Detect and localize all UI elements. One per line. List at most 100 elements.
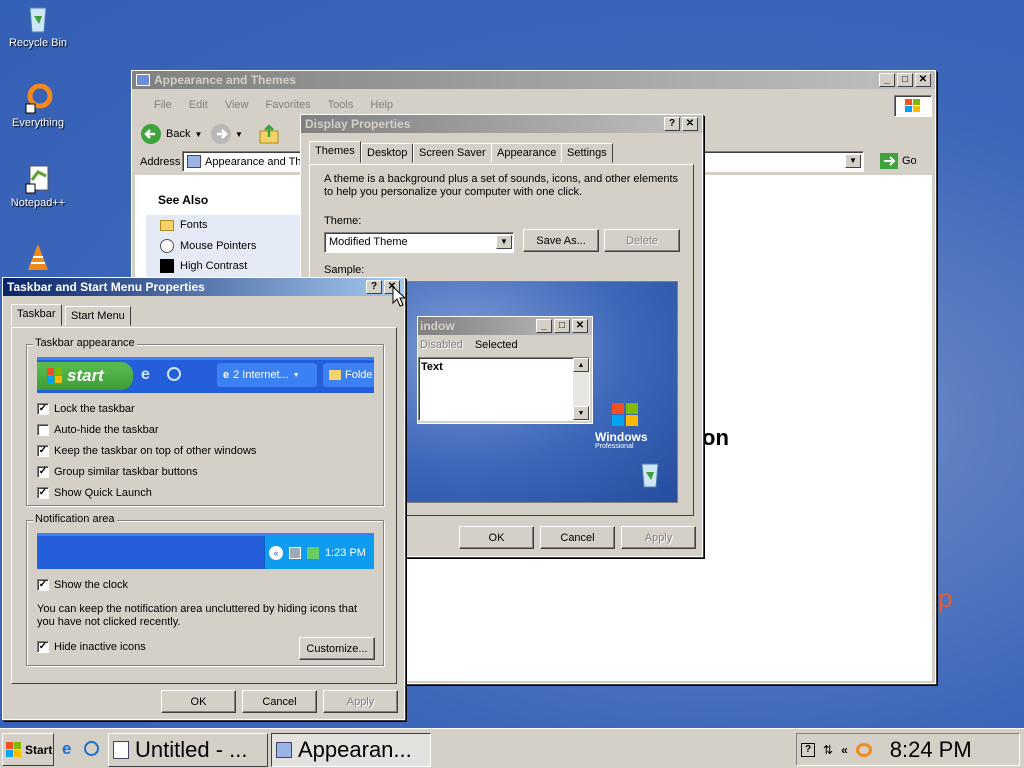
menu-help[interactable]: Help xyxy=(370,99,393,111)
up-folder-button[interactable] xyxy=(258,123,280,148)
everything-tray-icon[interactable] xyxy=(855,742,872,757)
start-button[interactable]: Start xyxy=(2,733,54,766)
notification-clock: 1:23 PM xyxy=(325,546,366,559)
see-also-label: Fonts xyxy=(180,219,208,231)
menu-favorites[interactable]: Favorites xyxy=(266,99,311,111)
menu-file[interactable]: File xyxy=(154,99,172,111)
network-tray-icon[interactable]: ⇅ xyxy=(823,743,833,757)
desktop-icon-everything[interactable]: Everything xyxy=(0,82,76,129)
tab-screen-saver[interactable]: Screen Saver xyxy=(413,143,492,163)
explorer-window-icon xyxy=(136,74,150,86)
theme-label: Theme: xyxy=(324,215,362,227)
chevron-down-icon: ▼ xyxy=(292,371,300,379)
desktop-icon-notepadpp[interactable]: Notepad++ xyxy=(0,162,76,209)
menu-tools[interactable]: Tools xyxy=(328,99,354,111)
show-clock-checkbox[interactable]: ✓ Show the clock xyxy=(37,579,128,591)
ok-button[interactable]: OK xyxy=(459,526,534,549)
keep-on-top-checkbox[interactable]: ✓ Keep the taskbar on top of other window… xyxy=(37,445,256,457)
windows-flag-logo xyxy=(894,95,932,117)
windows-logo-sub: Professional xyxy=(595,443,634,450)
preview-ie-icon: e xyxy=(141,366,150,383)
go-button[interactable]: Go xyxy=(880,153,917,169)
notification-area-label: Notification area xyxy=(33,513,117,525)
desktop-icon-vlc[interactable] xyxy=(0,242,76,277)
taskbar-tab-panel: Taskbar appearance start e e 2 Internet.… xyxy=(11,327,397,684)
ok-button[interactable]: OK xyxy=(161,690,236,713)
folder-icon xyxy=(329,370,341,380)
tray-expand-icon: « xyxy=(269,545,283,560)
display-titlebar[interactable]: Display Properties ? ✕ xyxy=(301,115,702,133)
windows-logo: Windows Professional xyxy=(595,402,648,450)
tab-desktop[interactable]: Desktop xyxy=(361,143,414,163)
checkbox-box: ✓ xyxy=(37,445,49,457)
hide-inactive-checkbox[interactable]: ✓ Hide inactive icons xyxy=(37,641,146,653)
quick-launch-checkbox[interactable]: ✓ Show Quick Launch xyxy=(37,487,152,499)
task-untitled[interactable]: Untitled - ... xyxy=(108,733,268,767)
see-also-mouse-pointers[interactable]: Mouse Pointers xyxy=(160,239,256,253)
quicklaunch-ie-icon[interactable]: e xyxy=(62,739,71,759)
taskbar-preview: start e e 2 Internet... ▼ Folde xyxy=(37,357,374,393)
forward-arrow-icon xyxy=(211,124,231,144)
menu-view[interactable]: View xyxy=(225,99,249,111)
help-button[interactable]: ? xyxy=(366,280,382,294)
auto-hide-checkbox[interactable]: Auto-hide the taskbar xyxy=(37,424,159,436)
tab-appearance[interactable]: Appearance xyxy=(491,143,563,163)
address-dropdown-icon[interactable]: ▼ xyxy=(845,154,861,168)
apply-button[interactable]: Apply xyxy=(621,526,696,549)
preview-tray: « 1:23 PM xyxy=(264,536,374,569)
tray-expand-icon[interactable]: « xyxy=(841,743,848,757)
forward-button[interactable]: ▼ xyxy=(210,123,243,145)
notepad-icon xyxy=(113,741,129,759)
address-value: Appearance and Th xyxy=(205,155,302,168)
minimize-button[interactable]: _ xyxy=(879,73,895,87)
desktop-icon-recycle-bin[interactable]: Recycle Bin xyxy=(0,2,76,49)
cancel-button[interactable]: Cancel xyxy=(242,690,317,713)
quicklaunch-media-icon[interactable] xyxy=(84,741,99,756)
taskbar-props-titlebar[interactable]: Taskbar and Start Menu Properties ? ✕ xyxy=(3,278,404,296)
taskbar-clock[interactable]: 8:24 PM xyxy=(890,737,972,763)
checkbox-box: ✓ xyxy=(37,403,49,415)
forward-dropdown-icon[interactable]: ▼ xyxy=(235,130,243,139)
apply-button[interactable]: Apply xyxy=(323,690,398,713)
back-dropdown-icon[interactable]: ▼ xyxy=(194,130,202,139)
maximize-button[interactable]: □ xyxy=(897,73,913,87)
back-button[interactable]: Back ▼ xyxy=(140,123,202,145)
windows-flag-icon xyxy=(6,741,21,757)
theme-select[interactable]: Modified Theme ▼ xyxy=(324,232,514,253)
task-appearance[interactable]: Appearan... xyxy=(271,733,431,767)
tab-settings[interactable]: Settings xyxy=(561,143,613,163)
tab-start-menu[interactable]: Start Menu xyxy=(65,306,131,326)
help-button[interactable]: ? xyxy=(664,117,680,131)
sample-window-title: indow xyxy=(420,319,455,333)
tab-taskbar[interactable]: Taskbar xyxy=(11,304,62,326)
delete-button[interactable]: Delete xyxy=(604,229,680,252)
tab-themes[interactable]: Themes xyxy=(309,141,361,163)
sample-text-area: Text ▲ ▼ xyxy=(418,357,590,421)
taskbar-props-title: Taskbar and Start Menu Properties xyxy=(7,280,205,294)
theme-select-value: Modified Theme xyxy=(329,236,408,248)
help-tray-icon[interactable]: ? xyxy=(801,742,815,757)
windows-flag-icon xyxy=(612,403,638,426)
menu-edit[interactable]: Edit xyxy=(189,99,208,111)
back-arrow-icon xyxy=(141,124,161,144)
sample-recycle-bin-icon xyxy=(637,460,663,491)
control-panel-icon xyxy=(187,155,201,168)
see-also-fonts[interactable]: Fonts xyxy=(160,219,208,231)
everything-icon xyxy=(22,82,54,114)
notification-preview: « 1:23 PM xyxy=(37,533,374,569)
checkbox-box xyxy=(37,424,49,436)
group-buttons-checkbox[interactable]: ✓ Group similar taskbar buttons xyxy=(37,466,198,478)
save-as-button[interactable]: Save As... xyxy=(523,229,599,252)
customize-button[interactable]: Customize... xyxy=(299,637,375,660)
lock-taskbar-checkbox[interactable]: ✓ Lock the taskbar xyxy=(37,403,135,415)
close-button[interactable]: ✕ xyxy=(915,73,931,87)
chevron-down-icon[interactable]: ▼ xyxy=(496,235,512,249)
network-icon xyxy=(289,546,301,559)
sample-menu: Disabled Selected xyxy=(418,335,592,355)
see-also-high-contrast[interactable]: High Contrast xyxy=(160,259,247,273)
explorer-titlebar[interactable]: Appearance and Themes _ □ ✕ xyxy=(132,71,935,89)
close-button[interactable]: ✕ xyxy=(682,117,698,131)
control-panel-icon xyxy=(276,742,292,758)
theme-description: A theme is a background plus a set of so… xyxy=(324,173,679,198)
cancel-button[interactable]: Cancel xyxy=(540,526,615,549)
